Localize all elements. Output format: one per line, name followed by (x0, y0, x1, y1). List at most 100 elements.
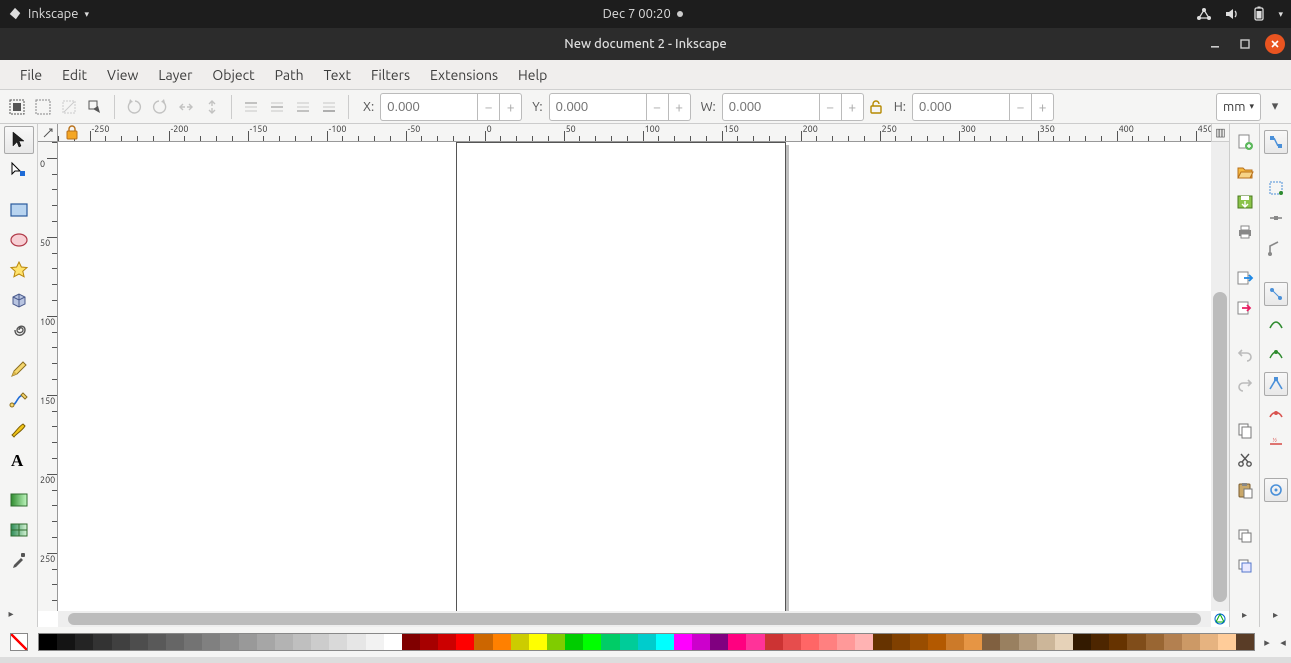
color-swatch[interactable] (148, 634, 166, 650)
color-swatch[interactable] (311, 634, 329, 650)
undo-button[interactable] (1233, 342, 1257, 366)
color-swatch[interactable] (656, 634, 674, 650)
color-swatch[interactable] (1146, 634, 1164, 650)
snap-others-button[interactable] (1264, 478, 1288, 502)
color-swatch[interactable] (275, 634, 293, 650)
color-swatch[interactable] (873, 634, 891, 650)
color-swatch[interactable] (474, 634, 492, 650)
box3d-tool[interactable] (4, 286, 34, 314)
toolbox-overflow-button[interactable]: ▸ (4, 609, 34, 627)
canvas-viewport[interactable] (58, 142, 1211, 611)
horizontal-scroll-thumb[interactable] (68, 613, 1201, 625)
menu-file[interactable]: File (10, 67, 52, 83)
color-swatch[interactable] (112, 634, 130, 650)
copy-button[interactable] (1233, 418, 1257, 442)
color-swatch[interactable] (1073, 634, 1091, 650)
menu-text[interactable]: Text (314, 67, 361, 83)
snap-midpoint-button[interactable]: ½ (1264, 432, 1288, 456)
color-swatch[interactable] (402, 634, 420, 650)
color-swatch[interactable] (293, 634, 311, 650)
menu-object[interactable]: Object (202, 67, 264, 83)
snap-overflow-button[interactable]: ▸ (1264, 603, 1288, 627)
color-swatch[interactable] (384, 634, 402, 650)
select-all-layers-button[interactable] (32, 96, 54, 118)
print-button[interactable] (1233, 220, 1257, 244)
color-swatch[interactable] (456, 634, 474, 650)
redo-button[interactable] (1233, 372, 1257, 396)
ellipse-tool[interactable] (4, 226, 34, 254)
h-input[interactable] (912, 93, 1010, 121)
y-decrement-button[interactable]: − (647, 93, 669, 121)
commands-overflow-button[interactable]: ▸ (1233, 603, 1257, 627)
w-increment-button[interactable]: + (842, 93, 864, 121)
snap-bbox-button[interactable] (1264, 176, 1288, 200)
guides-menu-button[interactable]: ▥ (1211, 124, 1229, 142)
star-tool[interactable] (4, 256, 34, 284)
horizontal-scrollbar[interactable] (58, 611, 1211, 627)
color-swatch[interactable] (1000, 634, 1018, 650)
menu-extensions[interactable]: Extensions (420, 67, 508, 83)
color-swatch[interactable] (493, 634, 511, 650)
paste-button[interactable] (1233, 478, 1257, 502)
snap-smooth-button[interactable] (1264, 402, 1288, 426)
vertical-scrollbar[interactable] (1211, 142, 1229, 611)
color-swatch[interactable] (366, 634, 384, 650)
color-swatch[interactable] (674, 634, 692, 650)
color-swatch[interactable] (130, 634, 148, 650)
color-swatch[interactable] (347, 634, 365, 650)
color-swatch[interactable] (982, 634, 1000, 650)
snap-nodes-button[interactable] (1264, 282, 1288, 306)
selector-tool[interactable] (4, 126, 34, 154)
color-swatch[interactable] (801, 634, 819, 650)
color-swatch[interactable] (547, 634, 565, 650)
color-swatch[interactable] (1127, 634, 1145, 650)
rotate-ccw-button[interactable] (123, 96, 145, 118)
color-swatch[interactable] (638, 634, 656, 650)
text-tool[interactable]: A (4, 446, 34, 474)
gradient-tool[interactable] (4, 486, 34, 514)
mesh-tool[interactable] (4, 516, 34, 544)
color-swatch[interactable] (220, 634, 238, 650)
color-swatch[interactable] (1200, 634, 1218, 650)
color-swatch[interactable] (746, 634, 764, 650)
vertical-ruler[interactable]: 050100150200250300 (38, 142, 58, 611)
open-document-button[interactable] (1233, 160, 1257, 184)
lower-button[interactable] (292, 96, 314, 118)
color-swatch[interactable] (75, 634, 93, 650)
color-swatch[interactable] (1091, 634, 1109, 650)
color-swatch[interactable] (565, 634, 583, 650)
select-all-button[interactable] (6, 96, 28, 118)
system-clock[interactable]: Dec 7 00:20 (603, 7, 671, 21)
color-swatch[interactable] (257, 634, 275, 650)
color-swatch[interactable] (529, 634, 547, 650)
menu-path[interactable]: Path (265, 67, 314, 83)
color-swatch[interactable] (620, 634, 638, 650)
lock-aspect-button[interactable] (868, 99, 884, 115)
color-swatch[interactable] (819, 634, 837, 650)
rotate-cw-button[interactable] (149, 96, 171, 118)
menu-filters[interactable]: Filters (361, 67, 420, 83)
x-decrement-button[interactable]: − (478, 93, 500, 121)
flip-horizontal-button[interactable] (175, 96, 197, 118)
y-increment-button[interactable]: + (669, 93, 691, 121)
w-decrement-button[interactable]: − (820, 93, 842, 121)
color-swatch[interactable] (1019, 634, 1037, 650)
h-decrement-button[interactable]: − (1010, 93, 1032, 121)
color-swatch[interactable] (837, 634, 855, 650)
node-tool[interactable] (4, 156, 34, 184)
color-swatch[interactable] (202, 634, 220, 650)
color-swatch[interactable] (928, 634, 946, 650)
y-input[interactable] (549, 93, 647, 121)
horizontal-ruler[interactable]: -250-200-150-100-50050100150200250300350… (58, 124, 1211, 142)
pencil-tool[interactable] (4, 356, 34, 384)
h-increment-button[interactable]: + (1032, 93, 1054, 121)
import-button[interactable] (1233, 266, 1257, 290)
color-swatch[interactable] (511, 634, 529, 650)
snap-intersection-button[interactable] (1264, 342, 1288, 366)
system-menu-caret-icon[interactable]: ▾ (1278, 9, 1283, 20)
duplicate-button[interactable] (1233, 524, 1257, 548)
app-menu-label[interactable]: Inkscape (28, 7, 78, 21)
color-swatch[interactable] (1037, 634, 1055, 650)
battery-icon[interactable] (1252, 6, 1266, 22)
palette-scroll-button[interactable]: ▸ (1259, 636, 1275, 649)
